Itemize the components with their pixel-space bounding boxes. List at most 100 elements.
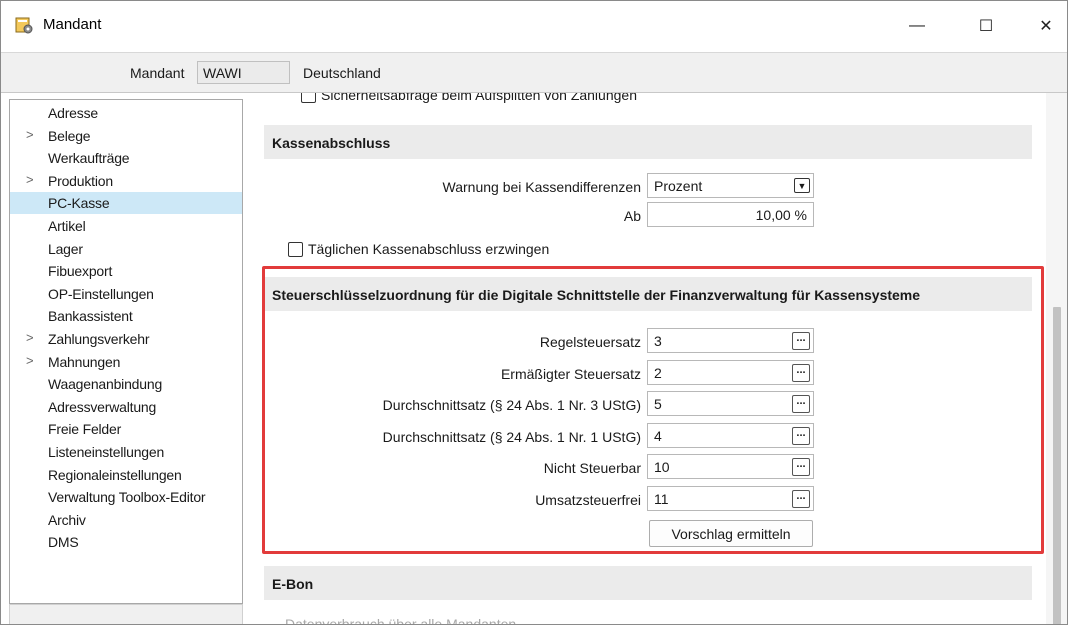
tax-key-field[interactable]: 11...: [647, 486, 814, 511]
sidebar-item-label: Bankassistent: [48, 308, 133, 325]
sidebar-item[interactable]: Verwaltung Toolbox-Editor: [10, 486, 242, 508]
chevron-right-icon[interactable]: >: [26, 330, 34, 345]
settings-tree: Adresse > Belege Werkaufträge > Produktion PC-…: [9, 99, 243, 604]
tax-key-value: 10: [654, 459, 670, 476]
tax-key-field[interactable]: 5...: [647, 391, 814, 417]
minimize-button[interactable]: —: [894, 1, 940, 51]
split-payment-checkbox[interactable]: [301, 93, 316, 103]
sidebar-item-label: Waagenanbindung: [48, 376, 163, 393]
country-label: Deutschland: [303, 65, 381, 81]
sidebar-item[interactable]: > Mahnungen: [10, 351, 242, 373]
erzwingen-checkbox[interactable]: [288, 241, 303, 257]
sidebar-item-label: Fibuexport: [48, 263, 113, 280]
sidebar-item-label: Freie Felder: [48, 421, 122, 438]
tax-key-field[interactable]: 2...: [647, 359, 814, 385]
window-title: Mandant: [43, 16, 102, 33]
kassenabschluss-header: Kassenabschluss: [264, 125, 1032, 159]
sidebar-item-label: PC-Kasse: [48, 195, 110, 212]
split-payment-label: Sicherheitsabfrage beim Aufsplitten von …: [321, 93, 637, 103]
sidebar-item-label: Zahlungsverkehr: [48, 331, 150, 347]
sidebar-item[interactable]: PC-Kasse: [10, 192, 242, 215]
mandant-app-icon: [15, 17, 33, 34]
sidebar-item[interactable]: DMS: [10, 531, 242, 553]
warnung-value: Prozent: [654, 178, 703, 194]
close-button[interactable]: ✕: [1023, 1, 1067, 51]
sidebar-item-label: Belege: [48, 127, 91, 144]
tax-key-label: Umsatzsteuerfrei: [535, 492, 641, 508]
sidebar-item-label: Regionaleinstellungen: [48, 466, 182, 483]
mandant-header: Mandant WAWI Deutschland: [1, 52, 1067, 93]
ab-input[interactable]: 10,00 %: [647, 202, 814, 227]
sidebar-item[interactable]: Artikel: [10, 215, 242, 237]
settings-content: Sicherheitsabfrage beim Aufsplitten von …: [251, 93, 1046, 625]
steuer-header: Steuerschlüsselzuordnung für die Digital…: [264, 277, 1032, 311]
tax-key-label: Nicht Steuerbar: [543, 460, 641, 477]
sidebar-item-label: Lager: [48, 240, 83, 257]
tax-key-value: 5: [654, 396, 662, 413]
sidebar-item-label: OP-Einstellungen: [48, 285, 154, 302]
ellipsis-browse-button[interactable]: ...: [792, 426, 810, 445]
sidebar-item[interactable]: > Produktion: [10, 170, 242, 192]
tax-key-label: Durchschnittsatz (§ 24 Abs. 1 Nr. 3 UStG…: [382, 397, 641, 414]
sidebar-item[interactable]: > Belege: [10, 125, 242, 147]
sidebar-item-label: Adresse: [48, 105, 98, 121]
sidebar-item[interactable]: Regionaleinstellungen: [10, 464, 242, 486]
sidebar-item-label: Adressverwaltung: [48, 398, 157, 415]
scrollbar-thumb[interactable]: [1053, 307, 1061, 624]
mandant-window: Mandant — ☐ ✕ Mandant WAWI Deutschland A…: [0, 0, 1068, 625]
chevron-right-icon[interactable]: >: [26, 127, 34, 142]
sidebar-item-label: Mahnungen: [48, 353, 121, 370]
tax-key-label: Durchschnittsatz (§ 24 Abs. 1 Nr. 1 UStG…: [382, 428, 641, 445]
sidebar-item[interactable]: Lager: [10, 238, 242, 260]
sidebar-item-label: Archiv: [48, 511, 86, 528]
ellipsis-browse-button[interactable]: ...: [792, 490, 810, 508]
sidebar-item-label: DMS: [48, 534, 79, 551]
sidebar-item[interactable]: Werkaufträge: [10, 147, 242, 169]
sidebar-item-label: Werkaufträge: [48, 150, 130, 167]
mandant-field: WAWI: [197, 61, 290, 84]
sidebar-item[interactable]: Fibuexport: [10, 260, 242, 282]
sidebar-item[interactable]: Archiv: [10, 509, 242, 531]
sidebar-item-label: Artikel: [48, 218, 86, 234]
ebon-header: E-Bon: [264, 566, 1032, 600]
sidebar-item[interactable]: Adresse: [10, 102, 242, 124]
vorschlag-ermitteln-button[interactable]: Vorschlag ermitteln: [649, 520, 813, 547]
title-bar: Mandant — ☐ ✕: [1, 1, 1067, 51]
warnung-select[interactable]: Prozent ▼: [647, 173, 814, 198]
sidebar-item-label: Listeneinstellungen: [48, 444, 165, 460]
sidebar-item[interactable]: Listeneinstellungen: [10, 441, 242, 463]
erzwingen-checkbox-row[interactable]: Täglichen Kassenabschluss erzwingen: [288, 241, 549, 257]
sidebar-item[interactable]: Bankassistent: [10, 305, 242, 327]
sidebar-item[interactable]: Adressverwaltung: [10, 396, 242, 418]
maximize-button[interactable]: ☐: [963, 1, 1009, 51]
ellipsis-browse-button[interactable]: ...: [792, 458, 810, 477]
tax-key-label: Regelsteuersatz: [539, 334, 641, 350]
tree-horizontal-scrollbar[interactable]: [9, 604, 243, 624]
sidebar-item[interactable]: > Zahlungsverkehr: [10, 328, 242, 350]
sidebar-item[interactable]: Waagenanbindung: [10, 373, 242, 395]
sidebar-item-label: Produktion: [48, 172, 113, 189]
split-payment-checkbox-row[interactable]: Sicherheitsabfrage beim Aufsplitten von …: [301, 93, 637, 103]
datenverbrauch-label: Datenverbrauch über alle Mandanten: [285, 616, 517, 625]
ab-label: Ab: [623, 208, 641, 224]
tax-key-value: 11: [654, 491, 669, 507]
warnung-label: Warnung bei Kassendifferenzen: [442, 179, 641, 195]
ellipsis-browse-button[interactable]: ...: [792, 395, 810, 414]
mandant-label: Mandant: [130, 65, 185, 81]
sidebar-item[interactable]: OP-Einstellungen: [10, 283, 242, 305]
tax-key-field[interactable]: 3...: [647, 328, 814, 353]
tax-key-value: 2: [654, 364, 662, 381]
chevron-right-icon[interactable]: >: [26, 353, 34, 368]
erzwingen-label: Täglichen Kassenabschluss erzwingen: [308, 241, 550, 257]
tax-key-value: 4: [654, 427, 662, 444]
tax-key-value: 3: [654, 333, 662, 349]
ellipsis-browse-button[interactable]: ...: [792, 332, 810, 350]
tax-key-label: Ermäßigter Steuersatz: [500, 365, 641, 382]
ellipsis-browse-button[interactable]: ...: [792, 363, 810, 382]
tax-key-field[interactable]: 10...: [647, 454, 814, 480]
chevron-down-icon[interactable]: ▼: [794, 178, 810, 193]
sidebar-item[interactable]: Freie Felder: [10, 418, 242, 440]
sidebar-item-label: Verwaltung Toolbox-Editor: [48, 489, 206, 506]
tax-key-field[interactable]: 4...: [647, 422, 814, 448]
chevron-right-icon[interactable]: >: [26, 172, 34, 187]
